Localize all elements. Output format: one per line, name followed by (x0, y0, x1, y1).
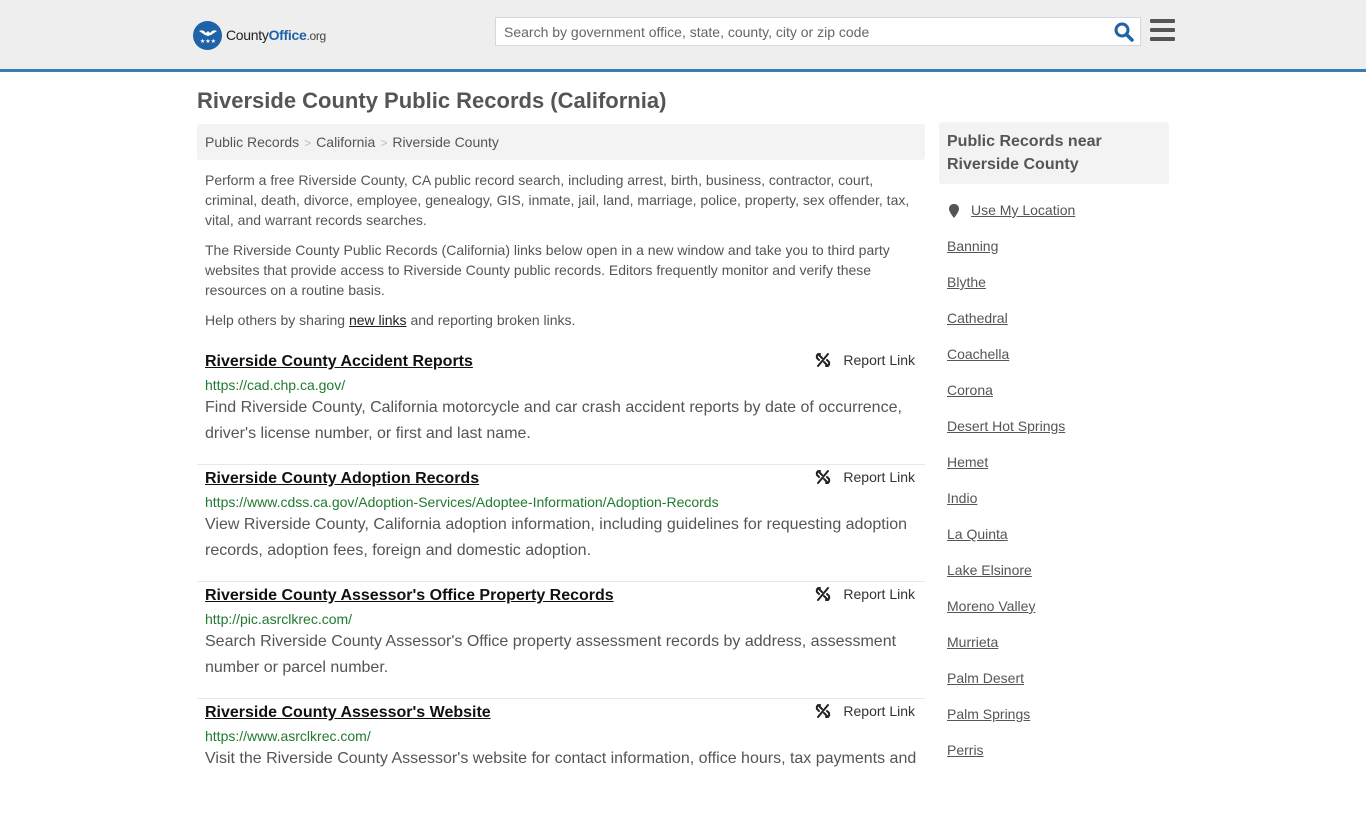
intro-paragraph: Perform a free Riverside County, CA publ… (205, 172, 910, 228)
record-url: https://cad.chp.ca.gov/ (205, 377, 346, 393)
search-input[interactable] (496, 18, 1106, 45)
search-box (495, 17, 1141, 46)
record-description: View Riverside County, California adopti… (205, 516, 908, 559)
sidebar-heading: Public Records near Riverside County (939, 122, 1169, 184)
sidebar-city-link[interactable]: Murrieta (947, 634, 1169, 670)
sidebar-city-link[interactable]: Corona (947, 382, 1169, 418)
record-url: https://www.cdss.ca.gov/Adoption-Service… (205, 494, 719, 510)
sidebar-city-link[interactable]: Desert Hot Springs (947, 418, 1169, 454)
breadcrumb-riverside-county[interactable]: Riverside County (392, 134, 499, 150)
record-title-link[interactable]: Riverside County Assessor's Office Prope… (205, 586, 614, 606)
report-link-label: Report Link (843, 586, 915, 602)
sidebar-city-link[interactable]: Lake Elsinore (947, 562, 1169, 598)
report-link-button[interactable]: Report Link (815, 469, 915, 485)
sidebar-city-link[interactable]: La Quinta (947, 526, 1169, 562)
report-link-label: Report Link (843, 703, 915, 719)
record-url: http://pic.asrclkrec.com/ (205, 611, 353, 627)
sidebar-city-link[interactable]: Palm Desert (947, 670, 1169, 706)
sidebar-city-link[interactable]: Perris (947, 742, 1169, 778)
record-description: Visit the Riverside County Assessor's we… (205, 750, 917, 767)
use-my-location-link[interactable]: Use My Location (947, 202, 1169, 238)
page-title: Riverside County Public Records (Califor… (197, 88, 667, 113)
broken-link-icon (816, 587, 831, 601)
report-link-label: Report Link (843, 352, 915, 368)
records-list: Riverside County Accident Reports Report… (197, 348, 925, 816)
record-item: Riverside County Assessor's Website Repo… (197, 699, 925, 816)
intro-paragraph: The Riverside County Public Records (Cal… (205, 242, 890, 298)
nearby-sidebar: Public Records near Riverside County Use… (939, 122, 1169, 778)
nearby-cities-list: Use My Location Banning Blythe Cathedral… (939, 184, 1169, 778)
record-title-link[interactable]: Riverside County Adoption Records (205, 469, 479, 489)
search-icon[interactable] (1114, 22, 1134, 42)
sidebar-city-link[interactable]: Moreno Valley (947, 598, 1169, 634)
broken-link-icon (816, 353, 831, 367)
record-item: Riverside County Accident Reports Report… (197, 348, 925, 465)
hamburger-menu-icon[interactable] (1150, 19, 1175, 43)
breadcrumb-public-records[interactable]: Public Records (205, 134, 299, 150)
sidebar-city-link[interactable]: Banning (947, 238, 1169, 274)
report-link-button[interactable]: Report Link (815, 586, 915, 602)
record-title-link[interactable]: Riverside County Assessor's Website (205, 703, 491, 723)
report-link-button[interactable]: Report Link (815, 703, 915, 719)
eagle-logo-icon: ★★★ (193, 20, 222, 50)
record-item: Riverside County Assessor's Office Prope… (197, 582, 925, 699)
help-paragraph: Help others by sharing new links and rep… (205, 312, 576, 328)
site-logo[interactable]: ★★★ CountyOffice.org (193, 20, 326, 50)
site-header: ★★★ CountyOffice.org (0, 0, 1366, 72)
sidebar-city-link[interactable]: Coachella (947, 346, 1169, 382)
report-link-label: Report Link (843, 469, 915, 485)
new-links-link[interactable]: new links (349, 312, 407, 328)
report-link-button[interactable]: Report Link (815, 352, 915, 368)
record-item: Riverside County Adoption Records Report… (197, 465, 925, 582)
sidebar-city-link[interactable]: Hemet (947, 454, 1169, 490)
record-description: Find Riverside County, California motorc… (205, 399, 902, 442)
breadcrumb-separator: > (304, 136, 312, 150)
record-description: Search Riverside County Assessor's Offic… (205, 633, 897, 676)
map-pin-icon (949, 204, 959, 218)
breadcrumb: Public Records > California > Riverside Coun… (197, 124, 925, 160)
intro-text: Perform a free Riverside County, CA publ… (205, 170, 917, 340)
breadcrumb-separator: > (380, 136, 388, 150)
record-url: https://www.asrclkrec.com/ (205, 728, 371, 744)
broken-link-icon (816, 704, 831, 718)
breadcrumb-california[interactable]: California (316, 134, 375, 150)
sidebar-city-link[interactable]: Palm Springs (947, 706, 1169, 742)
record-title-link[interactable]: Riverside County Accident Reports (205, 352, 473, 372)
sidebar-city-link[interactable]: Indio (947, 490, 1169, 526)
sidebar-city-link[interactable]: Blythe (947, 274, 1169, 310)
broken-link-icon (816, 470, 831, 484)
logo-text: CountyOffice.org (226, 27, 326, 43)
sidebar-city-link[interactable]: Cathedral (947, 310, 1169, 346)
svg-text:★★★: ★★★ (199, 38, 215, 45)
